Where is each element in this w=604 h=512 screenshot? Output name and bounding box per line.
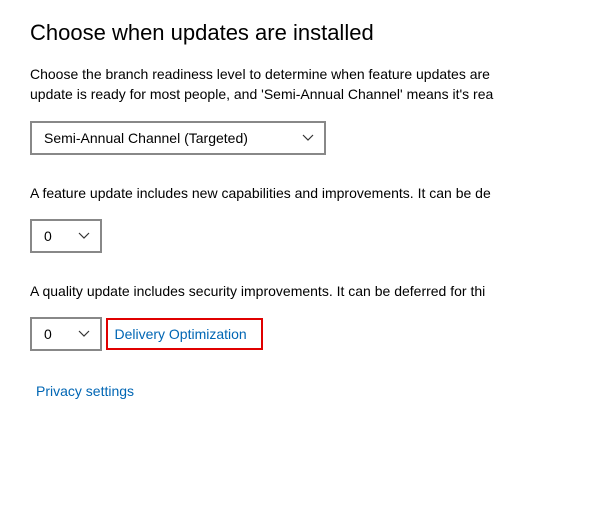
feature-update-description: A feature update includes new capabiliti… — [30, 183, 574, 203]
quality-defer-value: 0 — [44, 326, 52, 342]
privacy-settings-link[interactable]: Privacy settings — [30, 379, 140, 403]
delivery-optimization-highlight: Delivery Optimization — [106, 318, 262, 350]
branch-desc-line1: Choose the branch readiness level to det… — [30, 66, 490, 82]
feature-defer-dropdown[interactable]: 0 — [30, 219, 102, 253]
branch-readiness-dropdown[interactable]: Semi-Annual Channel (Targeted) — [30, 121, 326, 155]
branch-desc-line2: update is ready for most people, and 'Se… — [30, 86, 493, 102]
branch-readiness-value: Semi-Annual Channel (Targeted) — [44, 130, 248, 146]
chevron-down-icon — [78, 230, 90, 242]
quality-defer-dropdown[interactable]: 0 — [30, 317, 102, 351]
chevron-down-icon — [78, 328, 90, 340]
feature-defer-value: 0 — [44, 228, 52, 244]
delivery-optimization-link[interactable]: Delivery Optimization — [110, 324, 250, 344]
chevron-down-icon — [302, 132, 314, 144]
branch-description: Choose the branch readiness level to det… — [30, 64, 574, 105]
page-title: Choose when updates are installed — [30, 20, 574, 46]
quality-update-description: A quality update includes security impro… — [30, 281, 574, 301]
